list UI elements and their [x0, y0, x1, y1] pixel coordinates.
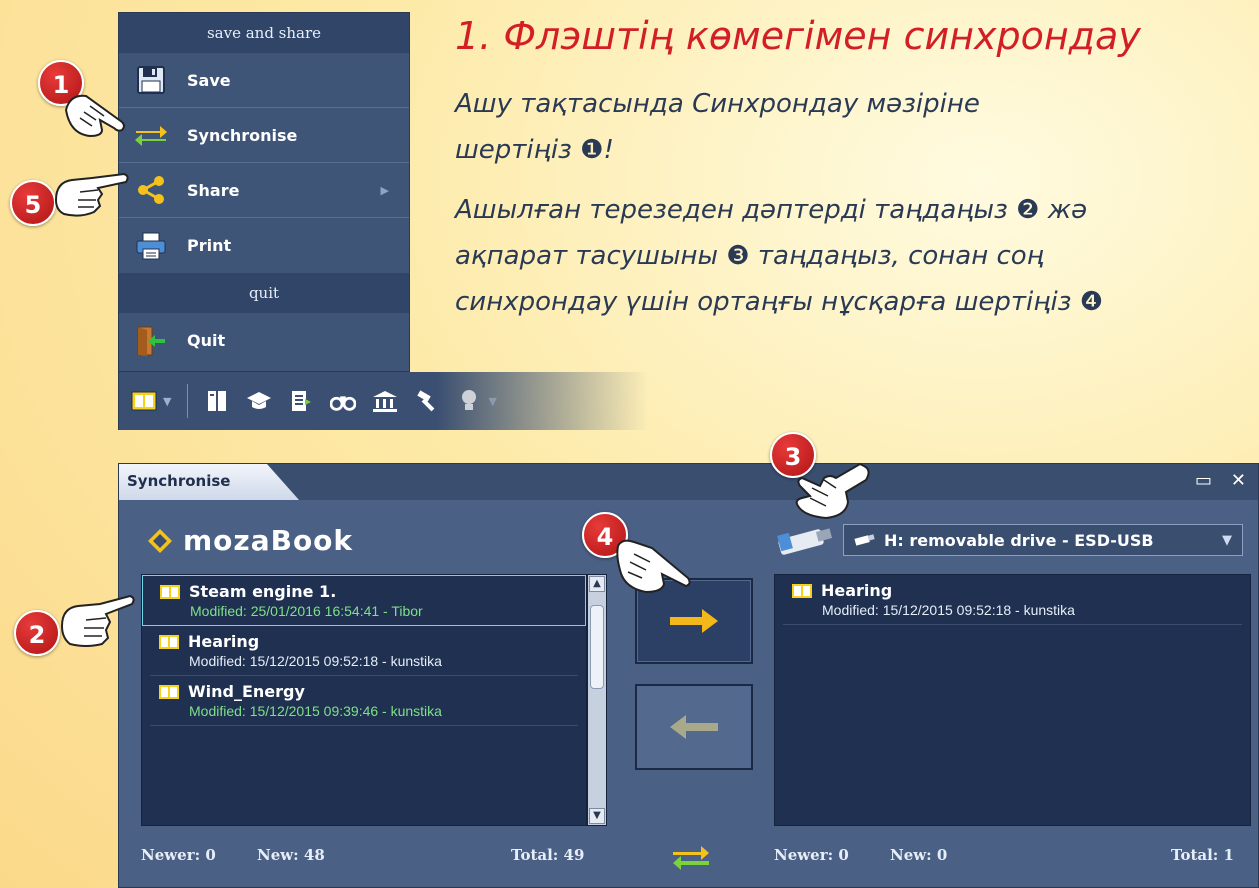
chevron-down-icon[interactable]: ▼: [163, 395, 171, 408]
list-item[interactable]: Steam engine 1. Modified: 25/01/2016 16:…: [142, 575, 586, 626]
scroll-down-icon[interactable]: ▼: [589, 808, 605, 824]
lightbulb-icon[interactable]: [456, 388, 482, 414]
menu-item-label: Share: [187, 180, 240, 200]
sync-arrows-icon: [133, 120, 169, 150]
menu-header-save-share: save and share: [119, 13, 409, 53]
graduation-cap-icon[interactable]: [246, 388, 272, 414]
list-item-subtitle: Modified: 15/12/2015 09:52:18 - kunstika: [189, 653, 442, 669]
museum-icon[interactable]: [372, 388, 398, 414]
menu-item-label: Print: [187, 236, 232, 255]
menu-item-save[interactable]: Save: [119, 53, 409, 108]
instruction-line: ақпарат тасушыны ❸ таңдаңыз, сонан соң: [455, 241, 1044, 271]
book-icon[interactable]: [131, 388, 157, 414]
right-total-count: Total: 1: [1171, 846, 1234, 864]
pointing-hand-icon: [54, 172, 129, 217]
pointing-hand-icon: [795, 462, 870, 520]
scroll-up-icon[interactable]: ▲: [589, 576, 605, 592]
maximize-icon[interactable]: ▭: [1195, 470, 1212, 491]
chevron-down-icon[interactable]: ▼: [1222, 533, 1232, 548]
list-item[interactable]: Hearing Modified: 15/12/2015 09:52:18 - …: [783, 575, 1242, 625]
list-item-title: Wind_Energy: [188, 682, 305, 701]
notebook-icon: [792, 583, 812, 598]
pages-icon[interactable]: [204, 388, 230, 414]
instruction-line: Ашылған терезеден дәптерді таңдаңыз ❷ жә: [455, 195, 1088, 225]
list-item-title: Hearing: [821, 581, 893, 600]
notebook-icon: [160, 584, 180, 599]
drive-notebooks-list[interactable]: Hearing Modified: 15/12/2015 09:52:18 - …: [774, 574, 1251, 826]
menu-item-synchronise[interactable]: Synchronise: [119, 108, 409, 163]
page-title: 1. Флэштің көмегімен синхрондау: [455, 14, 1141, 58]
notebook-icon: [159, 634, 179, 649]
menu-item-label: Quit: [187, 331, 226, 350]
step-badge-2: 2: [14, 610, 60, 656]
brand: mozaBook: [147, 524, 353, 557]
right-newer-count: Newer: 0: [774, 846, 849, 864]
pointing-hand-icon: [64, 94, 125, 138]
instruction-line: Ашу тақтасында Синхрондау мәзіріне: [455, 89, 980, 119]
menu-item-label: Synchronise: [187, 125, 298, 145]
list-item-subtitle: Modified: 15/12/2015 09:39:46 - kunstika: [189, 703, 442, 719]
menu-item-share[interactable]: Share ▶: [119, 163, 409, 218]
pointing-hand-icon: [60, 594, 135, 647]
pointing-hand-icon: [616, 539, 691, 594]
chevron-down-icon[interactable]: ▼: [488, 395, 496, 408]
sync-arrows-icon: [671, 842, 711, 876]
copy-from-drive-button[interactable]: [635, 684, 753, 770]
share-icon: [133, 175, 169, 205]
small-usb-icon: [854, 534, 875, 546]
printer-icon: [133, 231, 169, 261]
mozabook-logo-icon: [148, 528, 172, 553]
right-new-count: New: 0: [890, 846, 948, 864]
arrow-right-icon: [670, 609, 718, 633]
submenu-arrow-icon: ▶: [380, 183, 389, 197]
left-newer-count: Newer: 0: [141, 846, 216, 864]
file-menu: save and share Save Synchronise Share ▶ …: [118, 12, 410, 372]
arrow-left-icon: [670, 715, 718, 739]
scroll-thumb[interactable]: [590, 605, 604, 689]
left-total-count: Total: 49: [511, 846, 585, 864]
menu-item-quit[interactable]: Quit: [119, 313, 409, 368]
list-item[interactable]: Wind_Energy Modified: 15/12/2015 09:39:4…: [150, 676, 578, 726]
toolbar-divider: [187, 384, 189, 418]
menu-header-quit: quit: [119, 273, 409, 313]
list-item-title: Hearing: [188, 632, 260, 651]
close-icon[interactable]: ✕: [1231, 470, 1246, 491]
menu-item-label: Save: [187, 70, 231, 90]
exit-door-icon: [133, 326, 169, 356]
list-scrollbar[interactable]: ▲ ▼: [587, 574, 607, 826]
floppy-disk-icon: [133, 65, 169, 95]
instruction-line: синхрондау үшін ортаңғы нұсқарға шертіңі…: [455, 287, 1104, 317]
list-item-title: Steam engine 1.: [189, 582, 337, 601]
instruction-line: шертіңіз ❶!: [455, 135, 614, 165]
drive-dropdown[interactable]: H: removable drive - ESD-USB ▼: [843, 524, 1243, 556]
list-item[interactable]: Hearing Modified: 15/12/2015 09:52:18 - …: [150, 626, 578, 676]
local-notebooks-list[interactable]: Steam engine 1. Modified: 25/01/2016 16:…: [141, 574, 587, 826]
brand-name: mozaBook: [183, 524, 354, 557]
synchronise-window: Synchronise ▭ ✕ mozaBook Steam engine 1.…: [118, 463, 1259, 888]
left-new-count: New: 48: [257, 846, 325, 864]
menu-item-print[interactable]: Print: [119, 218, 409, 273]
usb-drive-icon: [773, 524, 835, 562]
bottom-toolbar: ▼ ▼: [118, 372, 648, 430]
binoculars-icon[interactable]: [330, 388, 357, 414]
drive-dropdown-value: H: removable drive - ESD-USB: [884, 530, 1154, 550]
list-item-subtitle: Modified: 15/12/2015 09:52:18 - kunstika: [822, 602, 1075, 618]
notebook-icon: [159, 684, 179, 699]
list-item-subtitle: Modified: 25/01/2016 16:54:41 - Tibor: [190, 603, 423, 619]
document-icon[interactable]: [288, 388, 314, 414]
hammer-icon[interactable]: [414, 388, 440, 414]
